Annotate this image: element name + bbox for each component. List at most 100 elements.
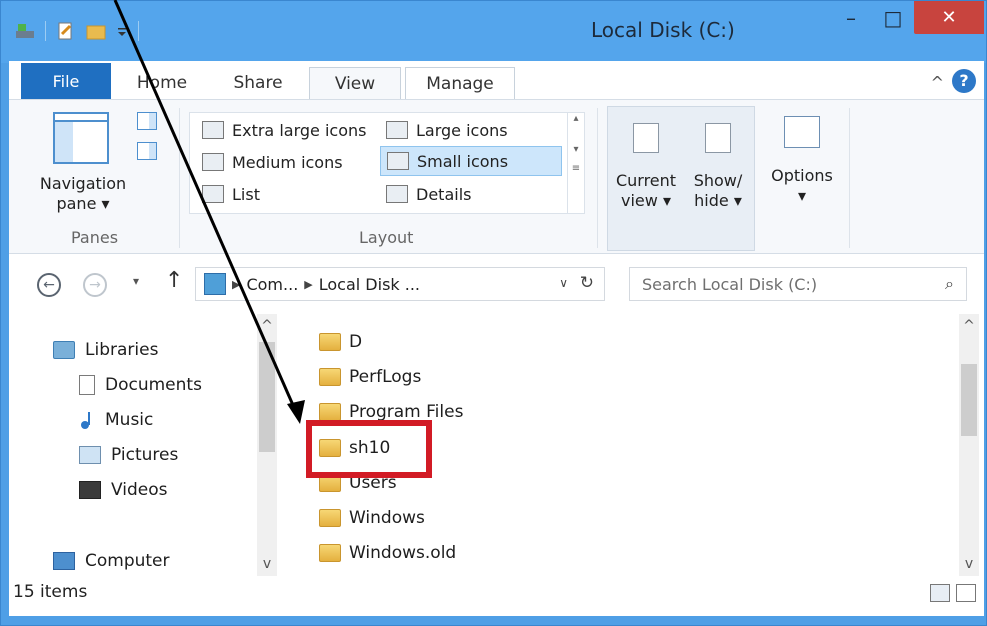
tree-item-music[interactable]: Music: [79, 406, 153, 434]
navigation-pane-label: Navigation: [39, 174, 127, 193]
file-name: Program Files: [349, 402, 464, 422]
scroll-down-icon[interactable]: v: [257, 556, 277, 572]
address-bar[interactable]: ▶ Com... ▶ Local Disk ... ∨ ↻: [195, 267, 605, 301]
list-item[interactable]: Windows: [319, 504, 425, 532]
up-button[interactable]: ↑: [165, 268, 183, 293]
breadcrumb-computer[interactable]: Com...: [246, 275, 298, 294]
title-bar[interactable]: Local Disk (C:) – □ ✕: [1, 1, 986, 63]
tab-view[interactable]: View: [309, 67, 401, 99]
tree-item-videos[interactable]: Videos: [79, 476, 168, 504]
new-folder-icon[interactable]: [86, 22, 106, 40]
customize-toolbar-icon[interactable]: [116, 22, 128, 40]
layout-details[interactable]: Details: [380, 179, 477, 209]
folder-icon: [319, 403, 341, 421]
list-item[interactable]: D: [319, 328, 362, 356]
address-dropdown-icon[interactable]: ∨: [559, 276, 568, 290]
drive-icon[interactable]: [15, 22, 35, 40]
chevron-right-icon[interactable]: ▶: [304, 278, 312, 291]
search-input[interactable]: Search Local Disk (C:) ⌕: [629, 267, 967, 301]
forward-button[interactable]: →: [83, 273, 107, 297]
scrollbar-thumb[interactable]: [259, 342, 275, 452]
computer-icon: [53, 552, 75, 570]
show-hide-label: Show/: [693, 171, 743, 190]
computer-icon: [204, 273, 226, 295]
show-hide-button[interactable]: Show/ hide ▾: [684, 117, 752, 247]
details-pane-icon[interactable]: [137, 142, 157, 160]
layout-small-icons[interactable]: Small icons: [380, 146, 562, 176]
ribbon: Navigation pane ▾ Panes Extra large icon…: [9, 99, 984, 254]
list-item[interactable]: Windows.old: [319, 539, 456, 567]
layout-gallery-scroll[interactable]: ▴ ▾ ≡: [567, 112, 585, 214]
layout-medium-icons[interactable]: Medium icons: [196, 147, 349, 177]
tree-item-computer[interactable]: Computer: [53, 547, 170, 575]
scroll-up-icon[interactable]: ^: [257, 318, 277, 334]
more-layouts-icon[interactable]: ≡: [568, 163, 584, 174]
tree-item-documents[interactable]: Documents: [79, 371, 202, 399]
layout-list[interactable]: List: [196, 179, 266, 209]
scroll-down-icon[interactable]: v: [959, 556, 979, 572]
file-name: PerfLogs: [349, 367, 422, 387]
show-hide-icon: [705, 123, 731, 153]
folder-icon: [319, 509, 341, 527]
scroll-down-icon[interactable]: ▾: [568, 144, 584, 155]
breadcrumb-local-disk[interactable]: Local Disk ...: [319, 275, 420, 294]
tab-file[interactable]: File: [21, 63, 111, 99]
small-icons-icon: [387, 152, 409, 170]
details-view-icon[interactable]: [930, 584, 950, 602]
maximize-button[interactable]: □: [873, 1, 913, 34]
options-dropdown: ▾: [797, 186, 807, 205]
chevron-right-icon[interactable]: ▶: [232, 278, 240, 291]
layout-extra-large-icons[interactable]: Extra large icons: [196, 115, 372, 145]
current-view-dropdown: view ▾: [621, 191, 671, 210]
tab-manage[interactable]: Manage: [405, 67, 515, 99]
toolbar-divider: [138, 21, 139, 41]
group-divider: [597, 108, 598, 248]
large-icons-view-icon[interactable]: [956, 584, 976, 602]
preview-pane-icon[interactable]: [137, 112, 157, 130]
navigation-pane-icon[interactable]: [53, 112, 109, 164]
layout-item-label: Small icons: [417, 151, 509, 171]
search-placeholder: Search Local Disk (C:): [642, 274, 818, 294]
back-button[interactable]: ←: [37, 273, 61, 297]
quick-access-toolbar: [15, 21, 139, 41]
properties-icon[interactable]: [56, 22, 76, 40]
options-icon: [784, 116, 820, 148]
item-count: 15 items: [13, 582, 88, 602]
navigation-tree-scrollbar[interactable]: ^ v: [257, 314, 277, 576]
file-list-scrollbar[interactable]: ^ v: [959, 314, 979, 576]
details-icon: [386, 185, 408, 203]
layout-large-icons[interactable]: Large icons: [380, 115, 514, 145]
layout-item-label: Details: [416, 184, 472, 204]
tree-item-label: Music: [105, 410, 154, 430]
tab-home[interactable]: Home: [127, 67, 197, 99]
tree-item-label: Pictures: [111, 445, 179, 465]
scroll-up-icon[interactable]: ^: [959, 318, 979, 334]
ribbon-tabs: File Home Share View Manage ^ ?: [9, 61, 984, 99]
toolbar-divider: [45, 21, 46, 41]
close-button[interactable]: ✕: [914, 1, 984, 34]
folder-icon: [319, 368, 341, 386]
group-divider: [849, 108, 850, 248]
file-name: Windows.old: [349, 543, 457, 563]
minimize-button[interactable]: –: [831, 1, 871, 34]
highlight-box: [306, 420, 432, 478]
help-icon[interactable]: ?: [952, 69, 976, 93]
options-button[interactable]: Options ▾: [763, 116, 841, 206]
tree-item-libraries[interactable]: Libraries: [53, 336, 158, 364]
recent-locations-icon[interactable]: ▾: [133, 274, 139, 288]
refresh-icon[interactable]: ↻: [580, 273, 594, 293]
search-icon[interactable]: ⌕: [945, 274, 954, 294]
tab-share[interactable]: Share: [223, 67, 293, 99]
navigation-pane-button[interactable]: Navigation pane ▾: [35, 174, 131, 214]
list-item[interactable]: PerfLogs: [319, 363, 421, 391]
large-icons-icon: [386, 121, 408, 139]
tree-item-pictures[interactable]: Pictures: [79, 441, 178, 469]
scroll-up-icon[interactable]: ▴: [568, 113, 584, 124]
scrollbar-thumb[interactable]: [961, 364, 977, 436]
list-icon: [202, 185, 224, 203]
layout-item-label: Medium icons: [232, 152, 343, 172]
current-view-button[interactable]: Current view ▾: [612, 117, 680, 247]
minimize-ribbon-icon[interactable]: ^: [931, 73, 944, 92]
layout-gallery: Extra large icons Large icons Medium ico…: [189, 112, 569, 214]
tree-item-label: Documents: [105, 375, 202, 395]
